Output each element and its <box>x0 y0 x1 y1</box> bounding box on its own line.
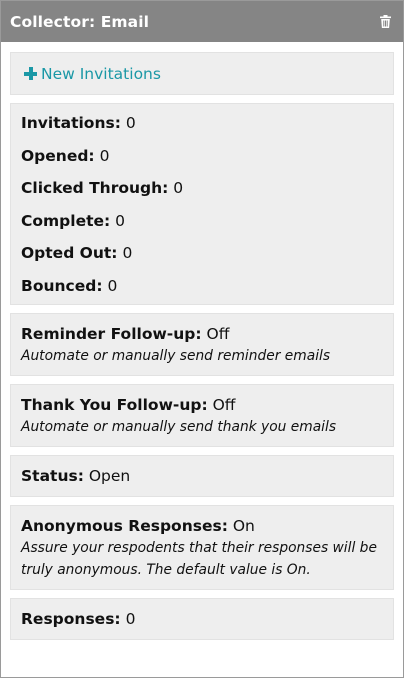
status-label: Status: <box>21 466 84 485</box>
anonymous-responses-title: Anonymous Responses: On <box>21 515 383 537</box>
trash-icon[interactable] <box>379 15 391 29</box>
status-title: Status: Open <box>21 465 383 487</box>
thank-you-followup-label: Thank You Follow-up: <box>21 395 208 414</box>
panel-title: Collector: Email <box>10 12 150 31</box>
status-value: Open <box>88 466 131 485</box>
stat-value: 0 <box>122 244 133 262</box>
stat-label: Bounced: <box>21 276 103 295</box>
anonymous-responses-value: On <box>232 516 255 535</box>
stat-value: 0 <box>115 211 126 230</box>
stat-value: 0 <box>99 146 110 165</box>
stat-value: 0 <box>173 179 184 197</box>
anonymous-responses-card[interactable]: Anonymous Responses: On Assure your resp… <box>10 504 394 590</box>
stat-clicked-through: Clicked Through: 0 <box>21 177 383 199</box>
reminder-followup-label: Reminder Follow-up: <box>21 324 202 343</box>
anonymous-responses-label: Anonymous Responses: <box>21 516 228 535</box>
stat-opened: Opened: 0 <box>21 145 383 167</box>
stat-complete: Complete: 0 <box>21 210 383 232</box>
stat-invitations: Invitations: 0 <box>21 112 383 134</box>
thank-you-followup-card[interactable]: Thank You Follow-up: Off Automate or man… <box>10 383 394 447</box>
responses-value: 0 <box>125 609 136 628</box>
reminder-followup-title: Reminder Follow-up: Off <box>21 323 383 345</box>
responses-label: Responses: <box>21 609 121 628</box>
stat-label: Clicked Through: <box>21 179 169 197</box>
responses-card[interactable]: Responses: 0 <box>10 597 394 640</box>
reminder-followup-description: Automate or manually send reminder email… <box>21 347 331 364</box>
stat-label: Invitations: <box>21 114 121 132</box>
stat-opted-out: Opted Out: 0 <box>21 242 383 264</box>
reminder-followup-value: Off <box>206 324 230 343</box>
thank-you-followup-description: Automate or manually send thank you emai… <box>21 418 337 435</box>
stat-value: 0 <box>107 276 118 295</box>
status-card[interactable]: Status: Open <box>10 454 394 497</box>
collector-cards: New Invitations Invitations: 0 Opened: 0… <box>10 52 394 648</box>
anonymous-responses-description: Assure your respodents that their respon… <box>21 539 377 578</box>
stat-label: Complete: <box>21 211 111 230</box>
stat-value: 0 <box>125 114 136 132</box>
stat-label: Opted Out: <box>21 244 118 262</box>
new-invitations-button[interactable]: New Invitations <box>10 52 394 95</box>
thank-you-followup-title: Thank You Follow-up: Off <box>21 394 383 416</box>
plus-icon <box>24 67 37 80</box>
panel-header: Collector: Email <box>1 1 403 42</box>
stat-bounced: Bounced: 0 <box>21 275 383 297</box>
stat-label: Opened: <box>21 146 95 165</box>
new-invitations-label[interactable]: New Invitations <box>41 65 161 83</box>
responses-title: Responses: 0 <box>21 608 383 630</box>
collector-panel: Collector: Email New Invitations Invitat… <box>0 0 404 678</box>
reminder-followup-card[interactable]: Reminder Follow-up: Off Automate or manu… <box>10 312 394 376</box>
thank-you-followup-value: Off <box>212 395 236 414</box>
stats-card: Invitations: 0 Opened: 0 Clicked Through… <box>10 103 394 305</box>
